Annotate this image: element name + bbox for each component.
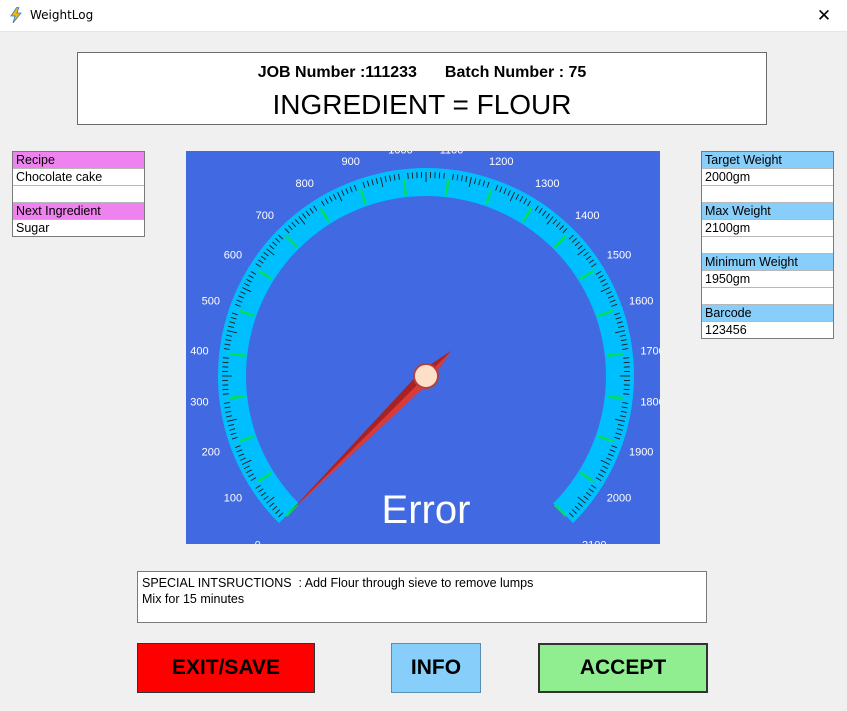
gauge-tick-label: 2100 xyxy=(582,539,606,544)
gauge-tick-label: 1400 xyxy=(575,210,599,222)
job-batch-line: JOB Number :111233 Batch Number : 75 xyxy=(78,64,766,82)
gauge-svg: 0 100 200 300 400 500 600 700 800 900 1000 1100 1200… xyxy=(190,144,665,551)
gauge-tick-label: 1100 xyxy=(440,151,464,156)
gauge-tick-label: 200 xyxy=(202,446,220,458)
gauge-minor-tick xyxy=(623,357,630,359)
gauge-major-tick xyxy=(606,395,623,400)
gauge-tick-label: 2000 xyxy=(607,492,631,504)
gauge-major-tick xyxy=(229,395,246,400)
ingredient-label: INGREDIENT = xyxy=(272,89,469,120)
gauge-tick-label: 1300 xyxy=(535,178,559,190)
gauge-tick-label: 0 xyxy=(255,539,261,544)
gauge-minor-tick xyxy=(623,393,630,395)
gauge-tick-label: 1800 xyxy=(640,397,660,409)
next-ingredient-value: Sugar xyxy=(16,221,50,235)
gauge-minor-tick xyxy=(222,393,229,395)
gauge-minor-tick xyxy=(407,172,409,179)
job-header: JOB Number :111233 Batch Number : 75 INGR… xyxy=(77,52,767,125)
gauge-major-tick xyxy=(229,352,246,357)
gauge-tick-label: 1200 xyxy=(489,156,513,168)
barcode-label: Barcode xyxy=(702,305,833,322)
spacer-row xyxy=(702,237,833,254)
spacer-row xyxy=(13,186,144,203)
title-bar: WeightLog ✕ xyxy=(0,0,847,32)
instructions-line-1: SPECIAL INTSRUCTIONS : Add Flour through… xyxy=(142,576,534,590)
recipe-panel: Recipe Chocolate cake Next Ingredient Su… xyxy=(12,151,145,237)
gauge-status-text: Error xyxy=(382,488,471,532)
gauge-tick-label: 1500 xyxy=(607,250,631,262)
max-weight-value: 2100gm xyxy=(702,220,833,237)
gauge-major-tick xyxy=(402,179,407,196)
gauge-scale-band xyxy=(218,168,634,524)
exit-save-button[interactable]: EXIT/SAVE xyxy=(137,643,315,693)
gauge-tick-label: 1000 xyxy=(388,151,412,156)
window-title: WeightLog xyxy=(30,8,94,22)
weight-gauge: 0 100 200 300 400 500 600 700 800 900 1000 1100 1200… xyxy=(186,144,665,551)
job-number-value: 111233 xyxy=(365,64,417,81)
info-button[interactable]: INFO xyxy=(391,643,481,693)
gauge-tick-label: 1700 xyxy=(640,345,660,357)
special-instructions: SPECIAL INTSRUCTIONS : Add Flour through… xyxy=(137,571,707,623)
job-number-label: JOB Number : xyxy=(257,64,366,81)
close-button[interactable]: ✕ xyxy=(801,0,847,31)
gauge-tick-label: 100 xyxy=(224,492,242,504)
next-ingredient-label: Next Ingredient xyxy=(13,203,144,220)
recipe-value: Chocolate cake xyxy=(13,169,144,186)
gauge-tick-label: 300 xyxy=(190,397,208,409)
gauge-major-tick xyxy=(606,352,623,357)
target-weight-value: 2000gm xyxy=(702,169,833,186)
spacer-row xyxy=(702,186,833,203)
spacer-row xyxy=(702,288,833,305)
gauge-hub xyxy=(413,363,439,389)
gauge-minor-tick xyxy=(443,172,445,179)
recipe-label: Recipe xyxy=(13,152,144,169)
gauge-tick-label: 700 xyxy=(256,210,274,222)
barcode-value: 123456 xyxy=(705,323,747,337)
weight-panel: Target Weight 2000gm Max Weight 2100gm M… xyxy=(701,151,834,339)
target-weight-label: Target Weight xyxy=(702,152,833,169)
ingredient-value: FLOUR xyxy=(476,89,572,120)
batch-number-label: Batch Number : xyxy=(444,64,565,81)
gauge-tick-label: 1900 xyxy=(629,446,653,458)
gauge-minor-tick xyxy=(222,357,229,359)
instructions-line-2: Mix for 15 minutes xyxy=(142,592,245,606)
app-icon xyxy=(10,7,22,23)
gauge-tick-label: 500 xyxy=(202,296,220,308)
gauge-tick-label: 900 xyxy=(342,156,360,168)
gauge-tick-label: 1600 xyxy=(629,296,653,308)
gauge-major-tick xyxy=(445,179,450,196)
batch-number-value: 75 xyxy=(568,64,587,81)
close-icon: ✕ xyxy=(816,5,832,25)
min-weight-label: Minimum Weight xyxy=(702,254,833,271)
gauge-tick-label: 600 xyxy=(224,250,242,262)
min-weight-value: 1950gm xyxy=(702,271,833,288)
max-weight-label: Max Weight xyxy=(702,203,833,220)
ingredient-line: INGREDIENT = FLOUR xyxy=(78,89,766,121)
gauge-tick-label: 400 xyxy=(190,345,208,357)
accept-button[interactable]: ACCEPT xyxy=(538,643,708,693)
gauge-tick-label: 800 xyxy=(296,178,314,190)
